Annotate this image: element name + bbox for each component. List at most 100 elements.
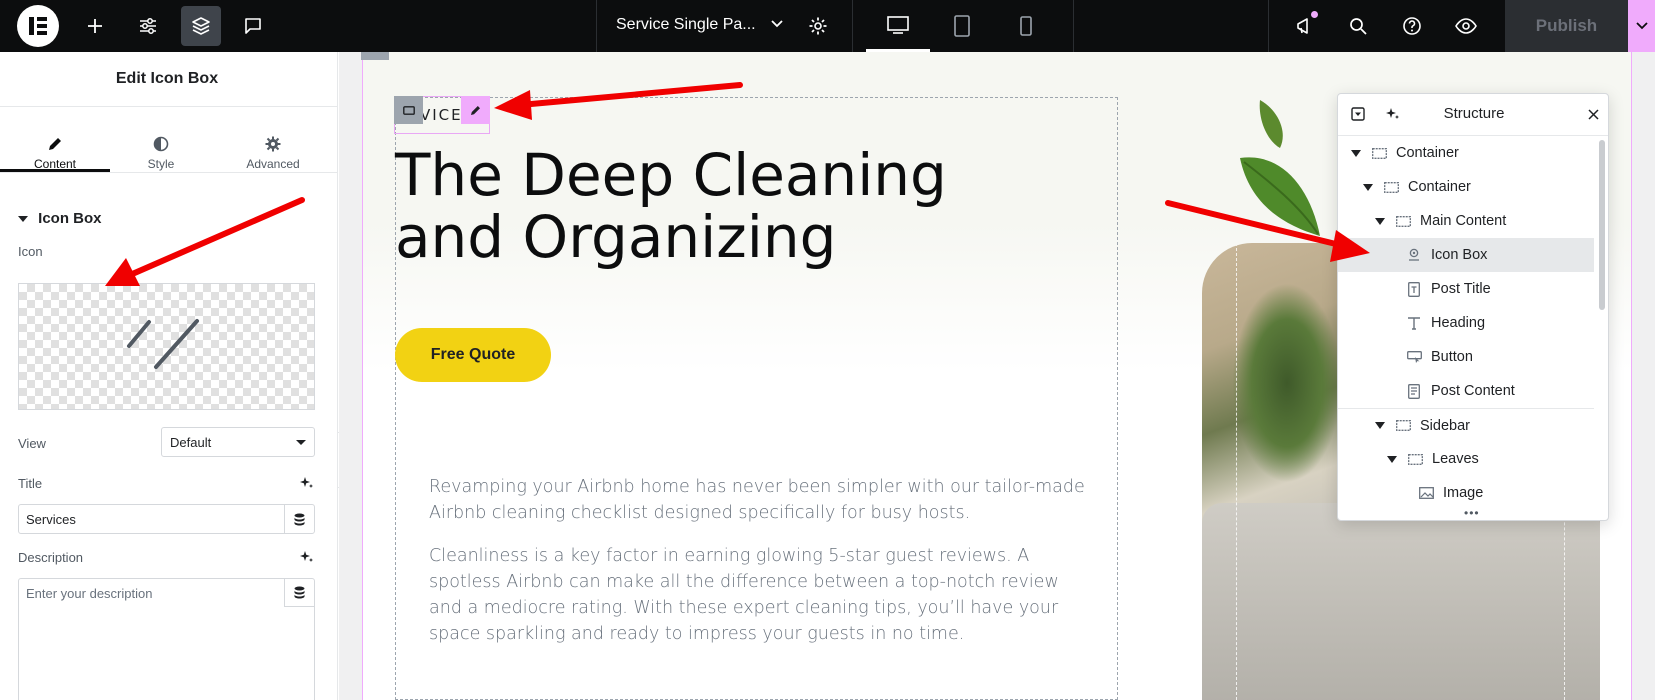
- database-icon: [294, 513, 305, 525]
- view-select[interactable]: Default: [161, 427, 315, 457]
- gear-icon: [809, 17, 827, 35]
- desktop-view-button[interactable]: [866, 0, 930, 52]
- structure-toggle-button[interactable]: [181, 6, 221, 46]
- layers-icon: [192, 17, 210, 35]
- heading-icon: [1406, 317, 1422, 330]
- ai-sparkle-icon[interactable]: [300, 476, 314, 490]
- leaf-image: [1240, 100, 1320, 236]
- publish-options-button[interactable]: [1628, 0, 1655, 52]
- caret-down-icon: [1387, 455, 1397, 463]
- editor-panel: Edit Icon Box Content Style Advanced Ico…: [0, 52, 338, 700]
- caret-down-icon: [1351, 149, 1361, 157]
- structure-item[interactable]: Main Content: [1338, 204, 1594, 238]
- structure-item[interactable]: Container: [1338, 136, 1594, 170]
- description-textarea[interactable]: Enter your description: [18, 578, 315, 700]
- title-input[interactable]: Services: [18, 504, 315, 534]
- structure-item[interactable]: Post Content: [1338, 374, 1594, 408]
- mobile-view-button[interactable]: [994, 0, 1058, 52]
- mobile-icon: [1020, 16, 1032, 36]
- comments-button[interactable]: [233, 6, 273, 46]
- database-icon: [294, 586, 305, 599]
- eye-icon: [1455, 18, 1477, 34]
- tablet-view-button[interactable]: [930, 0, 994, 52]
- section-handle[interactable]: [361, 52, 389, 60]
- element-drag-handle[interactable]: [394, 96, 423, 124]
- post-content-paragraph: Revamping your Airbnb home has never bee…: [429, 477, 1085, 523]
- tab-advanced[interactable]: Advanced: [218, 122, 328, 172]
- sliders-icon: [140, 18, 156, 34]
- caret-down-icon: [18, 216, 28, 222]
- icon-box-icon: [1406, 248, 1422, 261]
- tab-style-label: Style: [147, 157, 175, 171]
- close-icon[interactable]: [1588, 109, 1599, 120]
- structure-header: Structure: [1338, 94, 1608, 136]
- tablet-icon: [954, 15, 970, 37]
- structure-item-label: Image: [1443, 485, 1484, 501]
- structure-item-label: Sidebar: [1420, 417, 1470, 434]
- container-icon: [1395, 215, 1411, 227]
- pencil-icon: [470, 106, 480, 115]
- site-settings-button[interactable]: [128, 6, 168, 46]
- structure-item[interactable]: Sidebar: [1338, 408, 1594, 442]
- structure-item-selected[interactable]: Icon Box: [1338, 238, 1594, 272]
- page-settings-button[interactable]: [798, 6, 838, 46]
- container-icon: [1407, 453, 1423, 465]
- document-title-dropdown[interactable]: Service Single Pa...: [616, 16, 784, 34]
- megaphone-icon: [1297, 18, 1308, 34]
- post-content-paragraph: Cleanliness is a key factor in earning g…: [429, 546, 1059, 644]
- dynamic-tags-button[interactable]: [284, 505, 314, 533]
- section-title: Icon Box: [38, 210, 102, 227]
- notifications-button[interactable]: [1285, 6, 1325, 46]
- image-icon: [1418, 487, 1434, 499]
- search-button[interactable]: [1338, 6, 1378, 46]
- structure-item-label: Leaves: [1432, 451, 1479, 467]
- structure-panel: Structure Container Container Main Conte…: [1337, 93, 1609, 521]
- structure-item-label: Main Content: [1420, 213, 1507, 229]
- structure-item[interactable]: Container: [1338, 170, 1594, 204]
- container-icon: [1383, 181, 1399, 193]
- title-input-value: Services: [26, 512, 76, 527]
- panel-title: Edit Icon Box: [115, 70, 219, 87]
- search-icon: [1350, 18, 1367, 35]
- publish-button[interactable]: Publish: [1505, 0, 1628, 52]
- chevron-down-icon: [1635, 22, 1648, 30]
- structure-item-label: Button: [1431, 349, 1473, 365]
- ai-sparkle-icon[interactable]: [300, 550, 314, 564]
- tab-content[interactable]: Content: [0, 122, 110, 172]
- post-content-icon: [1406, 383, 1422, 399]
- description-placeholder: Enter your description: [26, 586, 153, 601]
- icon-picker[interactable]: [18, 283, 315, 410]
- plus-icon: [88, 19, 102, 33]
- structure-item[interactable]: Post Title: [1338, 272, 1594, 306]
- preview-button[interactable]: [1446, 6, 1486, 46]
- resize-handle[interactable]: •••: [1464, 506, 1480, 520]
- add-element-button[interactable]: [75, 6, 115, 46]
- structure-item[interactable]: Button: [1338, 340, 1594, 374]
- structure-scrollbar[interactable]: [1598, 136, 1606, 516]
- post-title-heading[interactable]: The Deep Cleaning and Organizing: [395, 144, 1015, 268]
- structure-item-label: Icon Box: [1431, 247, 1488, 263]
- structure-item-label: Post Title: [1431, 281, 1491, 297]
- select-caret-icon: [296, 440, 306, 445]
- help-circle-icon: [1403, 17, 1421, 35]
- top-bar: Service Single Pa... Publish: [0, 0, 1655, 52]
- edit-element-button[interactable]: [461, 96, 490, 124]
- view-label: View: [18, 436, 46, 451]
- chevron-down-icon: [771, 20, 783, 28]
- help-button[interactable]: [1392, 6, 1432, 46]
- tab-style[interactable]: Style: [106, 122, 216, 172]
- icon-box-section-toggle[interactable]: Icon Box: [18, 210, 102, 227]
- caret-down-icon: [1363, 183, 1373, 191]
- tab-advanced-label: Advanced: [246, 157, 300, 171]
- container-icon: [1371, 147, 1387, 159]
- structure-item[interactable]: Heading: [1338, 306, 1594, 340]
- icon-label: Icon: [18, 244, 43, 259]
- dynamic-tags-button[interactable]: [284, 579, 314, 607]
- tab-content-label: Content: [33, 157, 77, 171]
- structure-item-label: Container: [1408, 179, 1471, 195]
- free-quote-button[interactable]: Free Quote: [395, 328, 551, 382]
- elementor-logo[interactable]: [17, 5, 59, 47]
- desktop-icon: [887, 15, 909, 34]
- structure-item[interactable]: Image: [1338, 476, 1594, 510]
- structure-item[interactable]: Leaves: [1338, 442, 1594, 476]
